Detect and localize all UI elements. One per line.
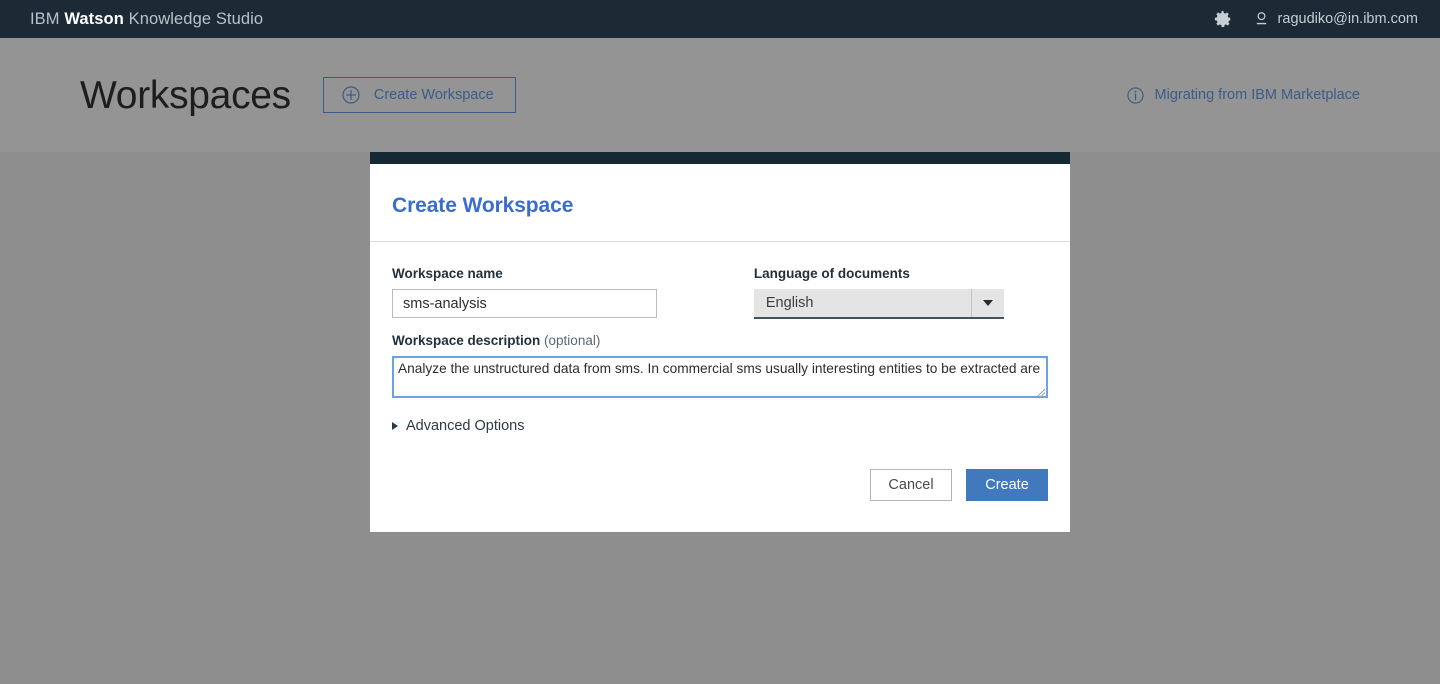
advanced-options-toggle[interactable]: Advanced Options	[392, 418, 525, 434]
brand-prefix: IBM	[30, 9, 65, 28]
workspace-description-textarea[interactable]	[392, 356, 1048, 398]
triangle-right-icon	[392, 422, 398, 430]
language-selected-value[interactable]: English	[754, 289, 972, 317]
language-label: Language of documents	[753, 266, 910, 281]
workspace-name-field-group: Workspace name	[392, 266, 754, 319]
modal-footer: Cancel Create	[370, 434, 1070, 532]
create-workspace-button[interactable]: Create Workspace	[322, 77, 516, 113]
plus-circle-icon	[342, 86, 360, 104]
brand-bold: Watson	[64, 9, 124, 28]
page-header-band: Workspaces Create Workspace Migrating fr…	[0, 38, 1440, 152]
cancel-button[interactable]: Cancel	[870, 469, 952, 501]
create-button[interactable]: Create	[966, 469, 1048, 501]
workspace-description-optional-tag: (optional)	[544, 333, 601, 348]
modal-title: Create Workspace	[392, 194, 574, 217]
advanced-options-label: Advanced Options	[406, 418, 525, 434]
workspace-name-label: Workspace name	[392, 266, 503, 281]
workspace-description-label: Workspace description (optional)	[392, 333, 1048, 348]
create-workspace-modal: Create Workspace Workspace name Language…	[370, 152, 1070, 532]
brand-suffix: Knowledge Studio	[123, 9, 264, 28]
language-dropdown-toggle[interactable]	[971, 289, 1004, 317]
appbar-right-group: ragudiko@in.ibm.com	[1214, 10, 1418, 28]
form-row-primary: Workspace name Language of documents Eng…	[392, 266, 1048, 319]
modal-accent-bar	[370, 152, 1070, 164]
application-top-bar: IBM Watson Knowledge Studio ragudiko@in.…	[0, 0, 1440, 38]
user-account-menu[interactable]: ragudiko@in.ibm.com	[1254, 11, 1418, 28]
workspace-description-field-group: Workspace description (optional)	[392, 333, 1048, 399]
user-email-label: ragudiko@in.ibm.com	[1277, 11, 1418, 27]
modal-header: Create Workspace	[370, 164, 1070, 242]
info-icon	[1126, 86, 1144, 104]
create-workspace-label: Create Workspace	[373, 87, 494, 103]
user-icon	[1254, 11, 1269, 28]
language-field-group: Language of documents English	[753, 266, 1048, 319]
migrating-from-marketplace-link[interactable]: Migrating from IBM Marketplace	[1126, 86, 1360, 104]
caret-down-icon	[982, 300, 993, 306]
migrating-from-marketplace-label: Migrating from IBM Marketplace	[1154, 87, 1360, 103]
gear-icon[interactable]	[1214, 10, 1232, 28]
modal-body: Workspace name Language of documents Eng…	[370, 242, 1070, 434]
workspace-name-input[interactable]	[392, 289, 657, 318]
language-select[interactable]: English	[753, 289, 1004, 319]
app-brand: IBM Watson Knowledge Studio	[30, 10, 263, 29]
page-title: Workspaces	[80, 73, 291, 117]
workspace-description-label-text: Workspace description	[392, 333, 545, 348]
